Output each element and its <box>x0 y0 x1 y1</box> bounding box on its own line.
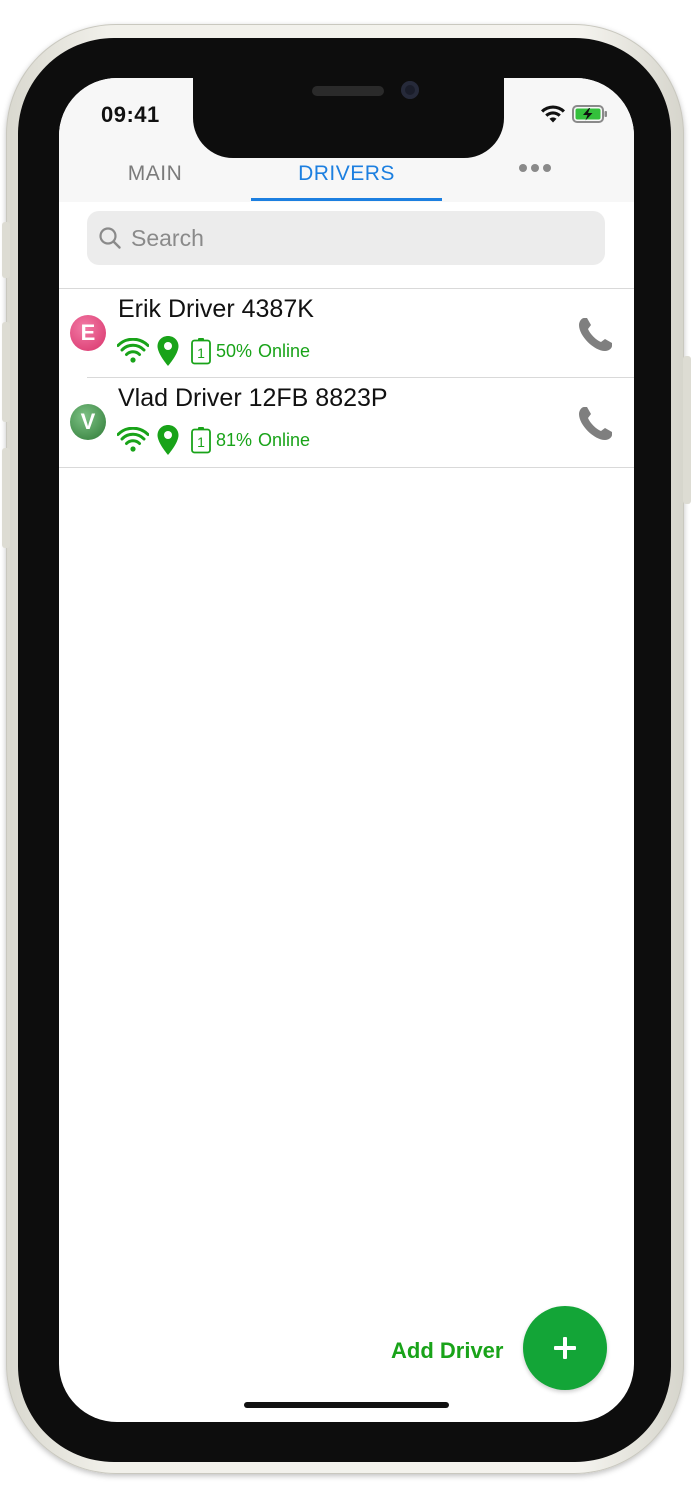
driver-name: Vlad Driver 12FB 8823P <box>118 384 388 412</box>
battery-charging-icon <box>572 105 607 123</box>
mute-switch <box>2 222 10 278</box>
phone-icon[interactable] <box>575 315 615 355</box>
add-driver-button[interactable] <box>523 1306 607 1390</box>
driver-row[interactable]: E Erik Driver 4387K 1 50% Online <box>59 289 634 377</box>
driver-avatar: V <box>70 404 106 440</box>
tab-bar: MAIN DRIVERS <box>59 152 634 202</box>
app-screen: 09:41 MAIN DRIVERS Search E Erik Driver … <box>59 78 634 1422</box>
camera <box>401 81 419 99</box>
speaker <box>312 86 384 96</box>
location-pin-icon <box>157 425 179 455</box>
add-driver-label[interactable]: Add Driver <box>391 1338 503 1364</box>
status-icons <box>540 104 608 124</box>
driver-status-line: 1 50% Online <box>117 335 310 367</box>
online-status: Online <box>258 340 311 361</box>
svg-text:1: 1 <box>197 345 205 361</box>
plus-icon <box>554 1337 576 1359</box>
search-icon <box>99 227 121 249</box>
volume-up-button <box>2 322 10 422</box>
battery-percent: 50% <box>216 340 253 361</box>
wifi-icon <box>117 427 149 452</box>
driver-name: Erik Driver 4387K <box>118 295 314 323</box>
status-time: 09:41 <box>101 102 160 127</box>
home-indicator <box>244 1402 449 1408</box>
search-field[interactable]: Search <box>87 211 605 265</box>
battery-icon: 1 <box>191 338 211 365</box>
notch <box>193 78 504 158</box>
phone-icon[interactable] <box>575 404 615 444</box>
driver-status-line: 1 81% Online <box>117 424 310 456</box>
list-bottom-divider <box>59 467 634 468</box>
driver-avatar: E <box>70 315 106 351</box>
battery-icon: 1 <box>191 427 211 454</box>
wifi-icon <box>541 105 565 123</box>
power-button <box>683 356 691 504</box>
tab-main[interactable]: MAIN <box>59 152 251 202</box>
location-pin-icon <box>157 336 179 366</box>
volume-down-button <box>2 448 10 548</box>
online-status: Online <box>258 429 311 450</box>
driver-row[interactable]: V Vlad Driver 12FB 8823P 1 81% Online <box>59 378 634 466</box>
tab-drivers[interactable]: DRIVERS <box>251 152 442 202</box>
search-placeholder: Search <box>131 224 204 251</box>
svg-text:1: 1 <box>197 434 205 450</box>
battery-percent: 81% <box>216 429 253 450</box>
active-tab-indicator <box>251 198 442 201</box>
wifi-icon <box>117 338 149 363</box>
more-dots-icon[interactable] <box>519 164 551 172</box>
